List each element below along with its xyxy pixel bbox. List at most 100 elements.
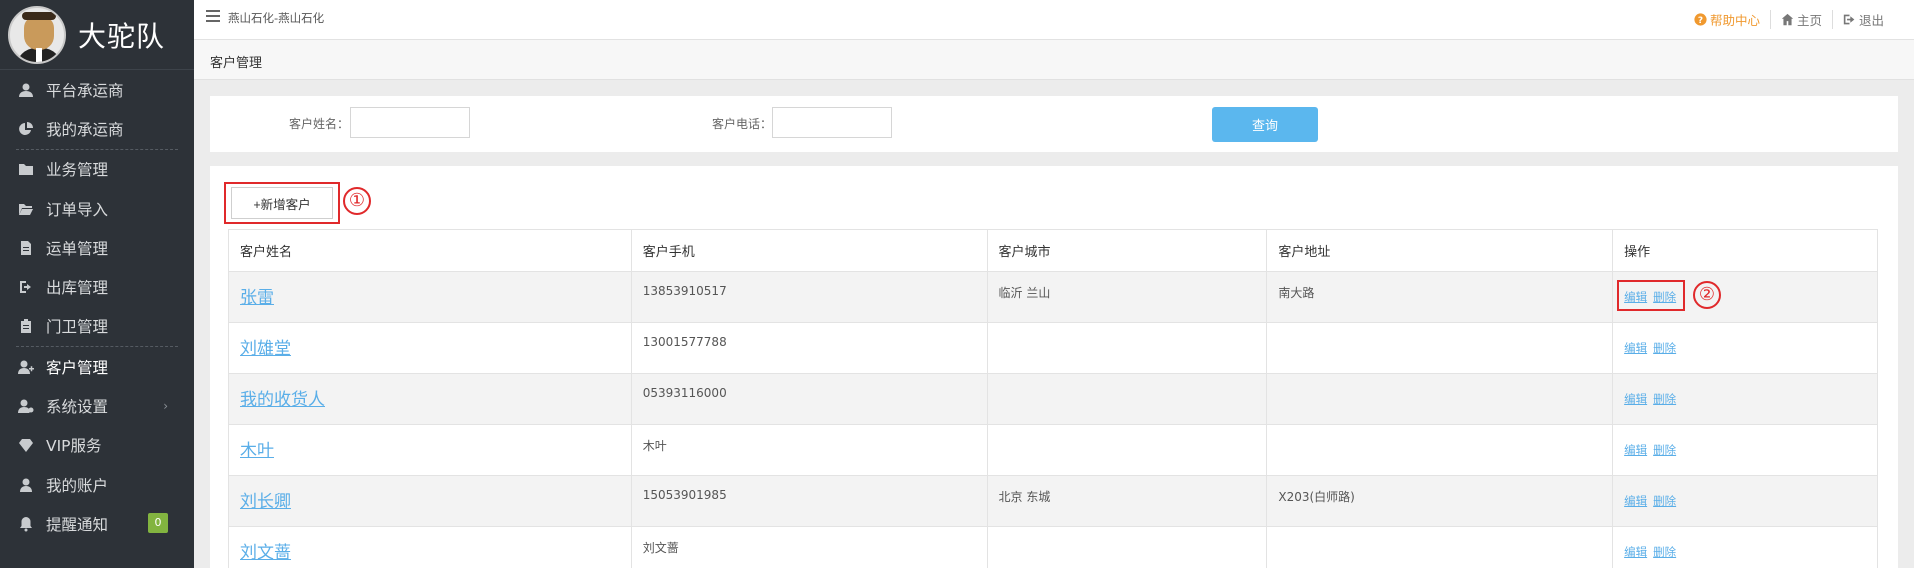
home-link[interactable]: 主页 [1769,10,1832,29]
breadcrumb-bar: 客户管理 [194,40,1914,80]
sidebar-item-gate[interactable]: 门卫管理 [0,307,194,346]
sidebar-item-label: 提醒通知 [46,515,109,534]
sidebar: 大驼队 平台承运商 我的承运商 业务管理 订单导入 运单管理 出库管理 门卫管理… [0,0,194,568]
top-actions: ? 帮助中心 主页 退出 [1684,10,1894,29]
table-row: 刘雄堂 13001577788 编辑 删除 [228,322,1878,374]
top-bar: 燕山石化-燕山石化 ? 帮助中心 主页 退出 [194,0,1914,40]
address-value: 南大路 [1278,286,1315,300]
actions-cell: 编辑 删除 [1612,475,1878,527]
phone-value: 木叶 [642,439,667,453]
sidebar-item-label: 运单管理 [46,239,109,258]
phone-cell: 木叶 [630,424,988,476]
delete-link[interactable]: 删除 [1653,442,1676,458]
phone-cell: 15053901985 [630,475,988,527]
address-value: X203(白师路) [1278,490,1355,504]
sidebar-item-waybill[interactable]: 运单管理 [0,228,194,267]
phone-value: 13001577788 [642,335,727,349]
phone-value: 13853910517 [642,284,727,298]
phone-cell: 刘文蔷 [630,526,988,568]
name-cell: 刘雄堂 [228,322,632,374]
sidebar-nav: 平台承运商 我的承运商 业务管理 订单导入 运单管理 出库管理 门卫管理 客户管… [0,70,194,544]
name-cell: 木叶 [228,424,632,476]
sidebar-item-outbound[interactable]: 出库管理 [0,267,194,306]
column-header-name: 客户姓名 [228,229,632,272]
actions-cell: 编辑 删除 [1612,526,1878,568]
actions-cell: 编辑 删除 [1612,322,1878,374]
user-settings-icon [18,398,34,414]
name-cell: 刘长卿 [228,475,632,527]
customer-name-label: 客户姓名： [289,117,350,131]
logout-link[interactable]: 退出 [1831,10,1894,29]
diamond-icon [18,437,34,453]
address-cell [1266,526,1614,568]
customer-name-link[interactable]: 张雷 [240,288,274,308]
customer-phone-input[interactable] [772,107,892,138]
sidebar-item-business[interactable]: 业务管理 [0,150,194,189]
sidebar-item-label: 平台承运商 [46,81,124,100]
delete-link[interactable]: 删除 [1653,340,1676,356]
name-cell: 刘文蔷 [228,526,632,568]
sidebar-item-label: 业务管理 [46,161,109,180]
customer-phone-label: 客户电话： [712,117,773,131]
sidebar-item-platform-carrier[interactable]: 平台承运商 [0,70,194,109]
customer-name-input[interactable] [350,107,470,138]
svg-text:?: ? [1698,16,1703,26]
home-label: 主页 [1796,13,1822,28]
brand: 大驼队 [0,0,194,70]
customer-name-link[interactable]: 我的收货人 [240,390,325,410]
brand-name: 大驼队 [78,19,166,53]
annotation-number-two: ② [1693,281,1721,309]
query-button[interactable]: 查询 [1212,107,1318,142]
sidebar-item-account[interactable]: 我的账户 [0,465,194,504]
sidebar-item-label: 门卫管理 [46,318,109,337]
user-plus-icon [18,359,34,375]
edit-link[interactable]: 编辑 [1624,391,1647,407]
delete-link[interactable]: 删除 [1653,544,1676,560]
customer-name-link[interactable]: 刘文蔷 [240,543,291,563]
phone-value: 刘文蔷 [642,541,679,555]
sidebar-item-label: 出库管理 [46,279,109,298]
search-panel: 客户姓名： 客户电话： 查询 [210,96,1898,152]
customer-name-link[interactable]: 刘雄堂 [240,339,291,359]
table-row: 我的收货人 05393116000 编辑 删除 [228,373,1878,425]
company-name: 燕山石化-燕山石化 [228,11,325,25]
annotation-number-one: ① [343,187,371,215]
phone-cell: 05393116000 [630,373,988,425]
sidebar-item-order-import[interactable]: 订单导入 [0,189,194,228]
customer-name-link[interactable]: 木叶 [240,441,274,461]
table-row: 木叶 木叶 编辑 删除 [228,424,1878,476]
delete-link[interactable]: 删除 [1653,391,1676,407]
edit-link[interactable]: 编辑 [1624,544,1647,560]
customer-table-panel: +新增客户 ① 客户姓名 客户手机 客户城市 客户地址 操作 张雷 138539… [210,166,1898,568]
sidebar-item-vip[interactable]: VIP服务 [0,426,194,465]
sidebar-item-label: 系统设置 [46,398,109,417]
edit-link[interactable]: 编辑 [1624,442,1647,458]
edit-link[interactable]: 编辑 [1624,493,1647,509]
delete-link[interactable]: 删除 [1653,493,1676,509]
sidebar-item-label: 客户管理 [46,358,109,377]
help-center-link[interactable]: ? 帮助中心 [1684,10,1770,29]
sidebar-item-notifications[interactable]: 提醒通知 0 [0,504,194,543]
actions-cell: 编辑 删除 [1612,373,1878,425]
sidebar-item-customer[interactable]: 客户管理 [0,347,194,386]
sidebar-item-label: 我的账户 [46,476,109,495]
city-cell [986,424,1268,476]
bell-icon [18,516,34,532]
customer-name-link[interactable]: 刘长卿 [240,492,291,512]
edit-link[interactable]: 编辑 [1624,340,1647,356]
logout-label: 退出 [1858,13,1884,28]
phone-value: 05393116000 [642,386,727,400]
sign-out-icon [18,279,34,295]
folder-open-icon [18,201,34,217]
add-customer-button[interactable]: +新增客户 [231,187,333,219]
sidebar-item-settings[interactable]: 系统设置 › [0,386,194,425]
menu-toggle-icon[interactable] [206,10,220,22]
table-row: 刘长卿 15053901985 北京 东城 X203(白师路) 编辑 删除 [228,475,1878,527]
sidebar-item-label: VIP服务 [46,437,102,456]
city-cell [986,322,1268,374]
column-header-address: 客户地址 [1266,229,1614,272]
sidebar-item-my-carrier[interactable]: 我的承运商 [0,109,194,148]
notification-count-badge: 0 [148,513,168,534]
help-center-label: 帮助中心 [1709,13,1760,28]
phone-cell: 13853910517 [630,271,988,323]
